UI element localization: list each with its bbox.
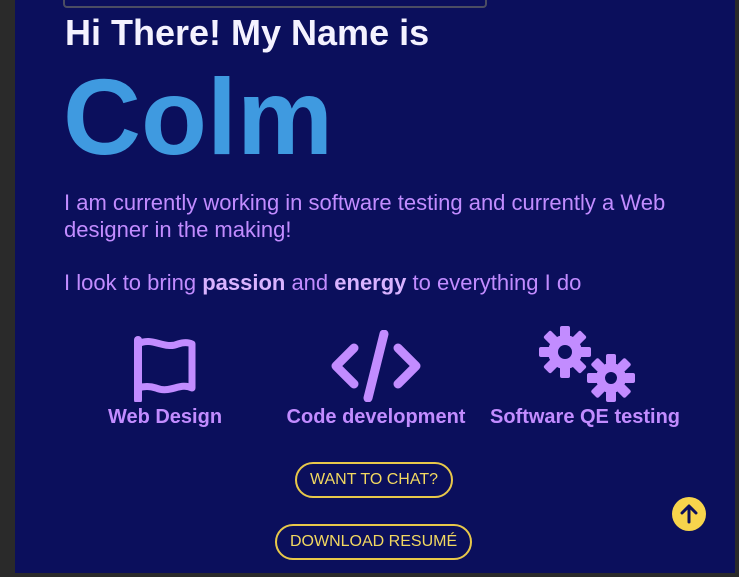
want-to-chat-button[interactable]: WANT TO CHAT? bbox=[295, 462, 454, 498]
skill-label: Code development bbox=[286, 406, 466, 428]
motto-prefix: I look to bring bbox=[64, 270, 203, 295]
gears-icon bbox=[485, 326, 685, 402]
skill-label: Software QE testing bbox=[489, 406, 681, 428]
name-heading: Colm bbox=[63, 56, 333, 177]
greeting-heading: Hi There! My Name is bbox=[65, 12, 430, 53]
scroll-to-top-button[interactable] bbox=[672, 497, 706, 531]
code-icon bbox=[281, 328, 471, 402]
download-resume-button[interactable]: DOWNLOAD RESUMÉ bbox=[275, 524, 473, 560]
skill-code-development: Code development bbox=[281, 328, 471, 429]
motto-middle: and bbox=[285, 270, 335, 295]
intro-text: I am currently working in software testi… bbox=[64, 190, 666, 242]
flag-icon bbox=[105, 328, 225, 402]
arrow-up-icon bbox=[680, 504, 698, 524]
skill-software-qe-testing: Software QE testing bbox=[485, 326, 685, 429]
hero-section: Hi There! My Name is Colm I am currently… bbox=[15, 0, 735, 573]
motto-energy: energy bbox=[334, 270, 407, 295]
motto-suffix: to everything I do bbox=[406, 270, 582, 295]
motto-text: I look to bring passion and energy to ev… bbox=[64, 270, 581, 296]
skill-web-design: Web Design bbox=[105, 328, 225, 429]
skill-label: Web Design bbox=[107, 406, 223, 428]
top-bar-edge bbox=[63, 0, 487, 8]
motto-passion: passion bbox=[202, 270, 286, 295]
